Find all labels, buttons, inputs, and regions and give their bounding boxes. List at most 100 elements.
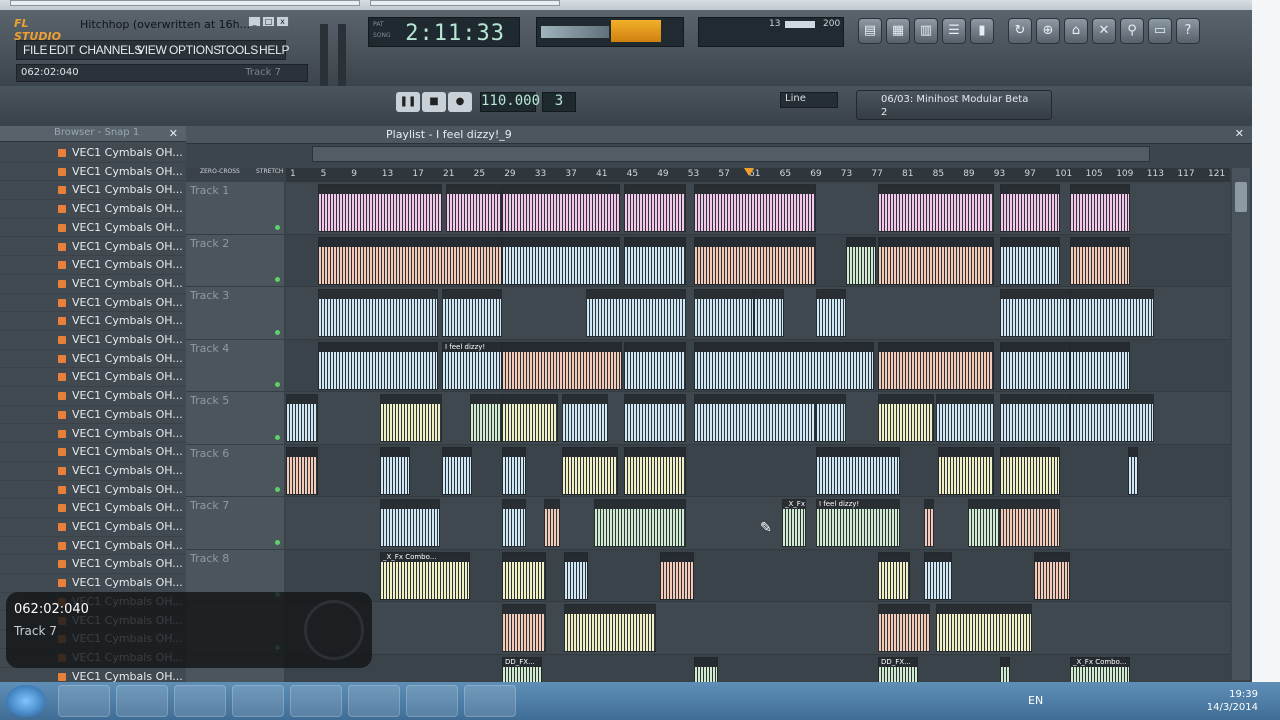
browser-item[interactable]: VEC1 Cymbals OH...: [0, 574, 186, 593]
audio-clip[interactable]: [660, 551, 694, 600]
browser-item[interactable]: VEC1 Cymbals OH...: [0, 555, 186, 575]
audio-clip[interactable]: [502, 446, 526, 495]
audio-clip[interactable]: [924, 499, 934, 547]
track-mute-led-icon[interactable]: [275, 382, 280, 387]
audio-clip[interactable]: [624, 446, 686, 495]
audio-clip[interactable]: [968, 499, 1000, 547]
start-button[interactable]: [6, 685, 46, 717]
plugin-picker[interactable]: 06/03: Minihost Modular Beta 2: [856, 90, 1052, 120]
audio-clip[interactable]: [694, 341, 874, 390]
track-mute-led-icon[interactable]: [275, 434, 280, 440]
audio-clip[interactable]: [1000, 499, 1060, 547]
browser-item[interactable]: VEC1 Cymbals OH...: [0, 518, 186, 537]
audio-clip[interactable]: [846, 236, 876, 285]
app-task-icon[interactable]: [348, 685, 400, 717]
browser-item[interactable]: VEC1 Cymbals OH...: [0, 481, 186, 500]
help-icon[interactable]: ?: [1176, 18, 1200, 44]
track-lane[interactable]: [286, 234, 1230, 287]
audio-clip[interactable]: [586, 289, 686, 337]
audio-clip[interactable]: [938, 446, 994, 495]
browser-item[interactable]: VEC1 Cymbals OH...: [0, 200, 186, 219]
audio-clip[interactable]: [816, 289, 846, 337]
audio-clip[interactable]: [1128, 446, 1138, 495]
audio-clip[interactable]: [286, 446, 318, 495]
track-lane[interactable]: I feel dizzy!: [286, 339, 1230, 392]
playlist-close-icon[interactable]: ✕: [1235, 127, 1244, 140]
master-pitch-slider[interactable]: [338, 24, 346, 86]
chrome-task-icon[interactable]: [116, 685, 168, 717]
track-lane[interactable]: [286, 444, 1230, 497]
toolbar-button[interactable]: ↻: [1008, 18, 1032, 44]
track-lane[interactable]: _X_Fx... I feel dizzy!: [286, 497, 1230, 550]
audio-clip[interactable]: [878, 341, 994, 390]
pause-button[interactable]: ❚❚: [396, 92, 420, 112]
audio-clip[interactable]: [1034, 551, 1070, 600]
audio-clip[interactable]: [624, 394, 686, 442]
audio-clip[interactable]: I feel dizzy!: [442, 341, 502, 390]
master-volume-slider[interactable]: [320, 24, 328, 86]
record-button[interactable]: ●: [448, 92, 472, 112]
browser-item[interactable]: VEC1 Cymbals OH...: [0, 350, 186, 369]
song-position-display[interactable]: PAT SONG 2:11:33: [368, 17, 520, 47]
fl-studio-task-icon[interactable]: [232, 685, 284, 717]
language-indicator[interactable]: EN: [1028, 694, 1043, 707]
audio-clip[interactable]: [564, 551, 588, 600]
audio-clip[interactable]: [754, 289, 784, 337]
audio-clip[interactable]: [380, 394, 442, 442]
audio-clip[interactable]: [502, 236, 620, 285]
audio-clip[interactable]: [318, 236, 502, 285]
track-mute-led-icon[interactable]: [275, 539, 280, 545]
toolbar-button[interactable]: ▤: [858, 18, 882, 44]
browser-item[interactable]: VEC1 Cymbals OH...: [0, 294, 186, 313]
audio-clip[interactable]: [442, 446, 472, 495]
audio-clip[interactable]: [1000, 341, 1070, 390]
track-header[interactable]: Track 5: [186, 392, 284, 445]
browser-item[interactable]: VEC1 Cymbals OH...: [0, 499, 186, 518]
audio-clip[interactable]: [502, 551, 546, 600]
media-task-icon[interactable]: [290, 685, 342, 717]
audio-clip[interactable]: [380, 499, 440, 547]
audio-clip[interactable]: [562, 394, 608, 442]
browser-item[interactable]: VEC1 Cymbals OH...: [0, 387, 186, 406]
audio-clip[interactable]: [318, 184, 442, 232]
audio-clip[interactable]: [502, 499, 526, 547]
audio-clip[interactable]: [502, 184, 620, 232]
track-lane[interactable]: [286, 602, 1230, 655]
browser-item[interactable]: VEC1 Cymbals OH...: [0, 238, 186, 257]
audio-clip[interactable]: [624, 236, 686, 285]
track-header[interactable]: Track 4: [186, 339, 284, 392]
track-mute-led-icon[interactable]: [275, 487, 280, 492]
stop-button[interactable]: ■: [422, 92, 446, 112]
playhead-marker-icon[interactable]: [744, 168, 754, 176]
track-mute-led-icon[interactable]: [275, 329, 280, 335]
audio-clip[interactable]: [1070, 394, 1154, 442]
audio-clip[interactable]: [1000, 394, 1070, 442]
browser-item[interactable]: VEC1 Cymbals OH...: [0, 144, 186, 163]
browser-item[interactable]: VEC1 Cymbals OH...: [0, 219, 186, 238]
browser-item[interactable]: VEC1 Cymbals OH...: [0, 406, 186, 425]
system-clock[interactable]: 19:39 14/3/2014: [1207, 688, 1258, 714]
firefox-task-icon[interactable]: [464, 685, 516, 717]
track-mute-led-icon[interactable]: [275, 277, 280, 282]
track-lane[interactable]: [286, 392, 1230, 445]
audio-clip[interactable]: [1070, 236, 1130, 285]
audio-clip[interactable]: [446, 184, 502, 232]
menu-edit[interactable]: EDIT: [49, 43, 75, 57]
audio-clip[interactable]: [1000, 184, 1060, 232]
audio-clip[interactable]: [694, 394, 816, 442]
track-header[interactable]: Track 1: [186, 182, 284, 235]
browser-item[interactable]: VEC1 Cymbals OH...: [0, 275, 186, 294]
audio-clip[interactable]: [502, 341, 622, 390]
toolbar-button[interactable]: ☰: [942, 18, 966, 44]
audio-clip[interactable]: [380, 446, 410, 495]
timeline-ruler[interactable]: 1 5 9 13 17 21 25 29 33 37 41 45 49 53 57 61 65 69 73 77 81 8…: [286, 168, 1230, 182]
menu-channels[interactable]: CHANNELS: [79, 43, 142, 57]
audio-clip[interactable]: [924, 551, 952, 600]
audio-clip[interactable]: [502, 604, 546, 652]
audio-clip[interactable]: [544, 499, 560, 547]
horizontal-scrollbar[interactable]: [312, 146, 1150, 162]
toolbar-button[interactable]: ⊕: [1036, 18, 1060, 44]
toolbar-button[interactable]: ▦: [886, 18, 910, 44]
menu-options[interactable]: OPTIONS: [169, 43, 221, 57]
browser-tab[interactable]: [370, 0, 560, 6]
